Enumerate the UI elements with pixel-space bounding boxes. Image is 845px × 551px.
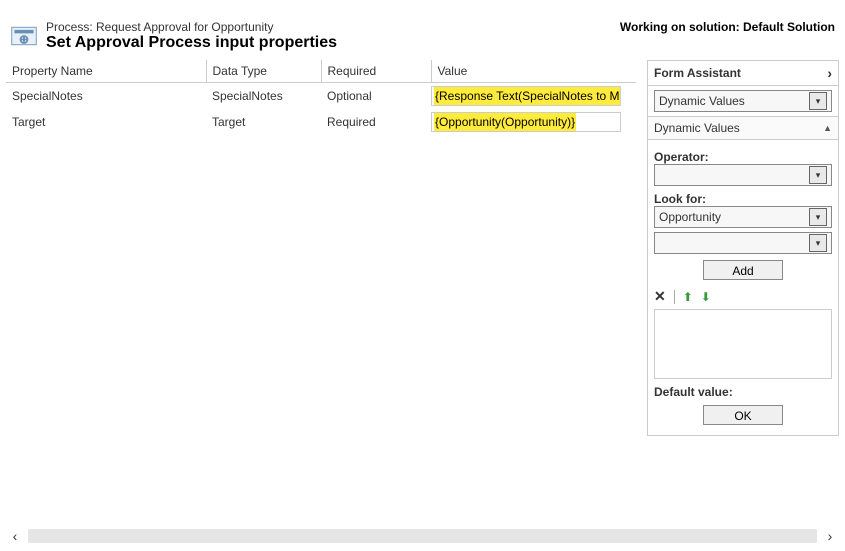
page-title: Set Approval Process input properties	[46, 34, 620, 52]
form-assistant-panel: Form Assistant › Dynamic Values ▾ Dynami…	[647, 60, 839, 436]
delete-icon[interactable]: ✕	[654, 288, 666, 305]
operator-label: Operator:	[654, 150, 832, 164]
default-value-label: Default value:	[654, 385, 832, 399]
scroll-left-icon[interactable]: ‹	[6, 527, 24, 545]
selected-values-box[interactable]	[654, 309, 832, 379]
value-token: {Response Text(SpecialNotes to Manager)}	[434, 87, 621, 105]
dynamic-values-section-title: Dynamic Values	[654, 121, 740, 135]
lookfor-field-dropdown[interactable]: ▾	[654, 232, 832, 254]
chevron-down-icon: ▾	[809, 208, 827, 226]
horizontal-scrollbar[interactable]: ‹ ›	[6, 527, 839, 545]
col-data-type: Data Type	[206, 60, 321, 83]
lookfor-label: Look for:	[654, 192, 832, 206]
scroll-track[interactable]	[28, 529, 817, 543]
chevron-down-icon: ▾	[809, 234, 827, 252]
properties-table: Property Name Data Type Required Value S…	[6, 60, 636, 135]
prop-name: SpecialNotes	[6, 83, 206, 110]
chevron-down-icon: ▾	[809, 166, 827, 184]
prop-required: Required	[321, 109, 431, 135]
add-button[interactable]: Add	[703, 260, 783, 280]
process-name: Process: Request Approval for Opportunit…	[46, 20, 620, 34]
lookfor-entity-dropdown[interactable]: Opportunity ▾	[654, 206, 832, 228]
prop-type: Target	[206, 109, 321, 135]
move-down-icon[interactable]: ⬇	[701, 290, 711, 304]
col-property-name: Property Name	[6, 60, 206, 83]
col-required: Required	[321, 60, 431, 83]
prop-type: SpecialNotes	[206, 83, 321, 110]
collapse-icon[interactable]: ▲	[823, 123, 832, 133]
prop-required: Optional	[321, 83, 431, 110]
chevron-down-icon: ▾	[809, 92, 827, 110]
chevron-right-icon[interactable]: ›	[827, 65, 832, 81]
value-token: {Opportunity(Opportunity)}	[434, 113, 576, 131]
solution-label: Working on solution: Default Solution	[620, 20, 835, 34]
table-row: SpecialNotes SpecialNotes Optional {Resp…	[6, 83, 636, 110]
process-icon	[10, 22, 38, 50]
form-assistant-title: Form Assistant	[654, 66, 741, 80]
col-value: Value	[431, 60, 636, 83]
prop-name: Target	[6, 109, 206, 135]
move-up-icon[interactable]: ⬆	[683, 290, 693, 304]
operator-dropdown[interactable]: ▾	[654, 164, 832, 186]
table-row: Target Target Required {Opportunity(Oppo…	[6, 109, 636, 135]
ok-button[interactable]: OK	[703, 405, 783, 425]
value-field-target[interactable]: {Opportunity(Opportunity)}	[431, 112, 621, 132]
scroll-right-icon[interactable]: ›	[821, 527, 839, 545]
value-field-specialnotes[interactable]: {Response Text(SpecialNotes to Manager)}	[431, 86, 621, 106]
dynamic-values-main-dropdown[interactable]: Dynamic Values ▾	[654, 90, 832, 112]
